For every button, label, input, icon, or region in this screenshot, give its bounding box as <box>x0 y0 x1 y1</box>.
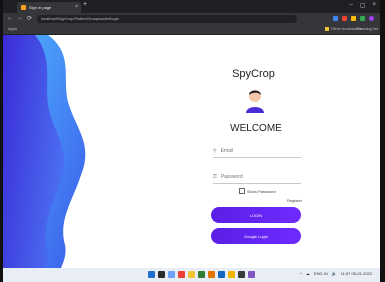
show-password-toggle[interactable]: Show Password <box>239 188 276 194</box>
show-password-label: Show Password <box>247 188 276 194</box>
back-icon[interactable]: ← <box>7 15 13 22</box>
url-text: localhost/SpyCrop/Flutter/Grouploader/lo… <box>41 16 119 21</box>
welcome-heading: WELCOME <box>230 123 282 134</box>
window-controls: – ▢ × <box>349 2 376 9</box>
address-bar-row: ← → ⟳ localhost/SpyCrop/Flutter/Grouploa… <box>3 13 380 25</box>
user-icon: ⚲ <box>213 148 217 154</box>
bookmark-apps[interactable]: Apps <box>8 26 17 31</box>
extension-icon[interactable] <box>333 16 338 21</box>
forward-icon[interactable]: → <box>17 15 23 22</box>
new-tab-icon[interactable]: + <box>83 1 87 8</box>
taskbar-apps <box>148 271 255 278</box>
maximize-icon[interactable]: ▢ <box>360 2 366 9</box>
bookmark-reading-list[interactable]: Reading list <box>357 26 378 31</box>
email-input[interactable] <box>220 148 291 154</box>
brand-title: SpyCrop <box>232 68 275 80</box>
page-favicon-icon <box>21 5 26 10</box>
extension-icon[interactable] <box>351 16 356 21</box>
taskbar-app-icon[interactable] <box>188 271 195 278</box>
register-link[interactable]: Register <box>287 198 302 203</box>
taskbar-app-icon[interactable] <box>198 271 205 278</box>
show-password-checkbox[interactable] <box>239 188 245 194</box>
taskbar-app-icon[interactable] <box>238 271 245 278</box>
extension-icons <box>333 16 374 21</box>
right-border <box>380 0 385 282</box>
volume-icon[interactable]: 🔊 <box>332 271 337 276</box>
browser-tab[interactable]: Sign in page × <box>17 2 81 13</box>
nav-buttons: ← → ⟳ <box>7 15 32 22</box>
login-button[interactable]: LOGIN <box>211 207 301 223</box>
close-tab-icon[interactable]: × <box>75 4 78 10</box>
lock-icon: ⚿ <box>213 174 217 180</box>
folder-icon <box>325 26 329 31</box>
web-page: SpyCrop WELCOME ⚲ ⚿ Show Password Regist… <box>3 35 380 268</box>
close-window-icon[interactable]: × <box>372 2 376 9</box>
email-field[interactable]: ⚲ <box>213 145 301 158</box>
extension-icon[interactable] <box>360 16 365 21</box>
taskbar-app-icon[interactable] <box>158 271 165 278</box>
profile-icon[interactable] <box>369 16 374 21</box>
user-avatar-icon <box>246 90 264 113</box>
taskbar-app-icon[interactable] <box>228 271 235 278</box>
taskbar-app-icon[interactable] <box>178 271 185 278</box>
taskbar-app-icon[interactable] <box>168 271 175 278</box>
minimize-icon[interactable]: – <box>349 2 352 9</box>
tab-title: Sign in page <box>29 5 52 10</box>
bookmarks-bar: Apps Other bookmarks Reading list <box>3 25 380 35</box>
screenshot-frame: Sign in page × + – ▢ × ← → ⟳ localhost/S… <box>0 0 385 282</box>
reload-icon[interactable]: ⟳ <box>27 15 32 22</box>
google-login-button[interactable]: Google Login <box>211 228 301 244</box>
taskbar-app-icon[interactable] <box>208 271 215 278</box>
os-taskbar: ^ ☁ ENG IN 🔊 11:57 05-01-2022 <box>3 268 380 282</box>
taskbar-app-icon[interactable] <box>218 271 225 278</box>
tray-up-icon[interactable]: ^ <box>300 271 302 276</box>
extension-icon[interactable] <box>342 16 347 21</box>
password-input[interactable] <box>220 174 291 180</box>
system-tray: ^ ☁ ENG IN 🔊 11:57 05-01-2022 <box>300 271 372 276</box>
browser-tab-strip: Sign in page × + – ▢ × <box>3 0 380 13</box>
url-field[interactable]: localhost/SpyCrop/Flutter/Grouploader/lo… <box>37 15 297 23</box>
language-indicator[interactable]: ENG IN <box>314 271 328 276</box>
cloud-icon[interactable]: ☁ <box>306 271 310 276</box>
taskbar-app-icon[interactable] <box>148 271 155 278</box>
clock[interactable]: 11:57 05-01-2022 <box>341 271 372 276</box>
taskbar-app-icon[interactable] <box>248 271 255 278</box>
password-field[interactable]: ⚿ <box>213 171 301 184</box>
